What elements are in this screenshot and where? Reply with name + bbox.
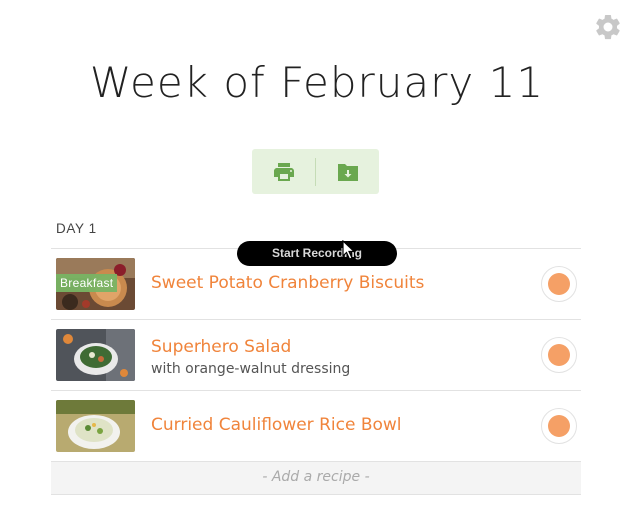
recipe-thumbnail: Breakfast — [56, 258, 135, 310]
recipe-subtitle: with orange-walnut dressing — [151, 361, 351, 377]
recipe-row[interactable]: Superhero Salad with orange-walnut dress… — [51, 319, 581, 390]
download-button[interactable] — [316, 149, 379, 194]
recipe-title[interactable]: Curried Cauliflower Rice Bowl — [151, 415, 402, 435]
settings-gear-icon[interactable] — [593, 12, 623, 42]
complete-toggle[interactable] — [541, 408, 577, 444]
start-recording-button[interactable]: Start Recording — [237, 241, 397, 266]
recipe-title[interactable]: Sweet Potato Cranberry Biscuits — [151, 273, 424, 293]
recipe-thumbnail — [56, 400, 135, 452]
toggle-dot — [548, 415, 570, 437]
day-label: DAY 1 — [56, 221, 97, 236]
recipe-row[interactable]: Curried Cauliflower Rice Bowl — [51, 390, 581, 461]
action-bar — [252, 149, 379, 194]
recipe-thumbnail — [56, 329, 135, 381]
recipe-list: Breakfast Sweet Potato Cranberry Biscuit… — [51, 248, 581, 495]
complete-toggle[interactable] — [541, 266, 577, 302]
printer-icon — [273, 162, 294, 181]
page-title: Week of February 11 — [89, 58, 545, 107]
print-button[interactable] — [252, 149, 315, 194]
toggle-dot — [548, 273, 570, 295]
mouse-cursor-icon — [342, 239, 356, 264]
meal-badge: Breakfast — [56, 274, 118, 292]
toggle-dot — [548, 344, 570, 366]
recipe-title[interactable]: Superhero Salad — [151, 337, 291, 357]
folder-download-icon — [337, 163, 358, 181]
complete-toggle[interactable] — [541, 337, 577, 373]
add-recipe-button[interactable]: - Add a recipe - — [51, 461, 581, 495]
